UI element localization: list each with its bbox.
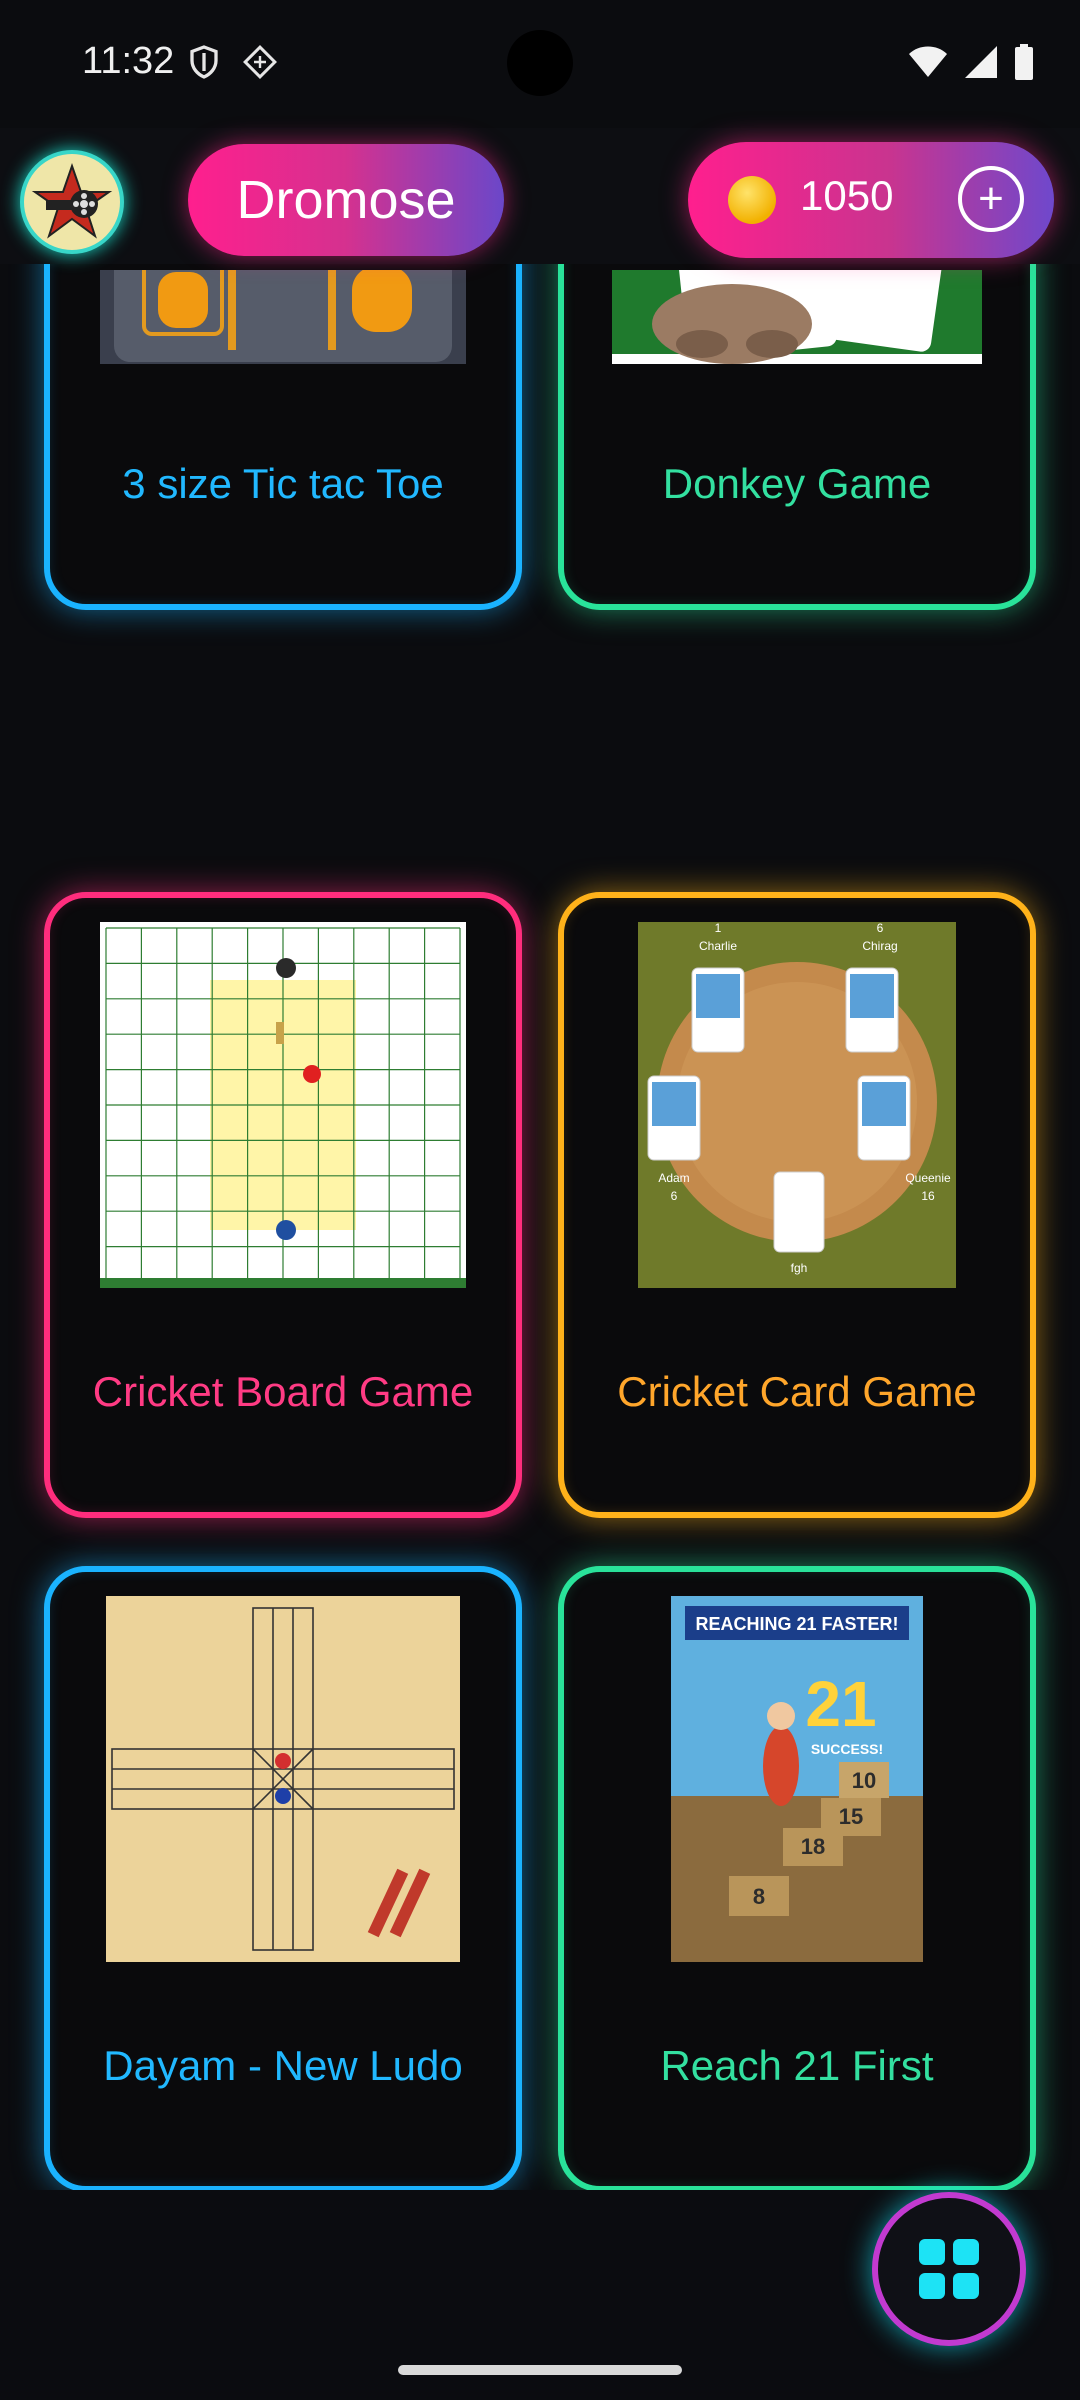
svg-text:SUCCESS!: SUCCESS! [811,1741,883,1757]
home-indicator[interactable] [398,2365,682,2375]
game-thumbnail-donkey [612,270,982,364]
game-card-tic-tac-toe[interactable]: 3 size Tic tac Toe [44,264,522,610]
status-bar: 11:32 [0,0,1080,128]
profile-avatar[interactable] [20,150,124,254]
game-thumbnail-reach-21: REACHING 21 FASTER! 21 SUCCESS! 10 15 18… [671,1596,923,1962]
svg-text:21: 21 [805,1668,876,1740]
add-coins-button[interactable]: + [958,166,1024,232]
game-thumbnail-tic-tac-toe [100,270,466,364]
game-card-reach-21[interactable]: REACHING 21 FASTER! 21 SUCCESS! 10 15 18… [558,1566,1036,2190]
game-title: 3 size Tic tac Toe [122,460,444,507]
svg-text:Adam: Adam [658,1171,689,1185]
all-games-button[interactable] [872,2192,1026,2346]
svg-text:Queenie: Queenie [905,1171,951,1185]
game-title: Cricket Card Game [617,1368,977,1415]
game-thumbnail-dayam-ludo [106,1596,460,1962]
game-thumbnail-cricket-board [100,922,466,1288]
game-title: Reach 21 First [660,2042,934,2089]
svg-text:fgh: fgh [791,1261,808,1275]
app-header: Dromose 1050 + [0,128,1080,264]
app-title: Dromose [188,144,504,256]
game-title: Donkey Game [662,460,932,507]
svg-text:6: 6 [671,1189,678,1203]
coin-icon [728,176,776,224]
game-card-donkey[interactable]: Donkey Game [558,264,1036,610]
game-thumbnail-cricket-card: 1 Charlie 6 Chirag Adam 6 Queenie 16 fgh [638,922,956,1288]
status-right-icons [908,44,1034,80]
svg-text:Chirag: Chirag [862,939,897,953]
game-card-cricket-board[interactable]: Cricket Board Game [44,892,522,1518]
svg-text:REACHING 21 FASTER!: REACHING 21 FASTER! [695,1614,898,1634]
svg-text:8: 8 [753,1884,765,1909]
data-saver-icon [243,45,277,79]
game-card-cricket-card[interactable]: 1 Charlie 6 Chirag Adam 6 Queenie 16 fgh… [558,892,1036,1518]
game-grid: 3 size Tic tac Toe Donkey Game Cricket B… [0,264,1080,2190]
svg-text:10: 10 [852,1768,876,1793]
shield-icon [190,45,218,79]
status-time: 11:32 [82,40,175,82]
svg-text:18: 18 [801,1834,825,1859]
battery-icon [1015,44,1033,80]
svg-text:16: 16 [921,1189,935,1203]
game-title: Cricket Board Game [92,1368,474,1415]
coin-balance[interactable]: 1050 + [688,142,1054,258]
signal-icon [965,46,997,78]
game-card-dayam-ludo[interactable]: Dayam - New Ludo [44,1566,522,2190]
grid-icon [919,2239,979,2299]
plus-icon: + [978,174,1004,223]
svg-text:6: 6 [877,922,884,935]
wifi-icon [909,46,947,77]
coin-count: 1050 [800,172,894,219]
svg-text:15: 15 [839,1804,863,1829]
film-reel-star-icon [31,162,113,239]
camera-cutout [507,30,573,96]
game-title: Dayam - New Ludo [103,2042,463,2089]
svg-text:1: 1 [715,922,722,935]
svg-text:Charlie: Charlie [699,939,737,953]
